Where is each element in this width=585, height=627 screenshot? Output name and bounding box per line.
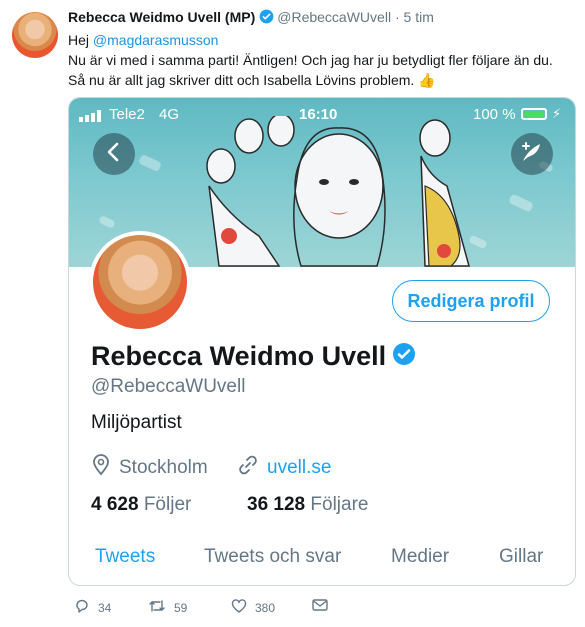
- compose-tweet-button[interactable]: [511, 133, 553, 175]
- following-count: 4 628: [91, 494, 139, 515]
- followers-stat[interactable]: 36 128 Följare: [247, 494, 368, 516]
- battery-icon: [521, 108, 547, 120]
- banner-illustration: [206, 116, 470, 267]
- verified-badge-icon: [259, 9, 274, 27]
- reply-action[interactable]: 34: [74, 598, 111, 617]
- profile-bio: Miljöpartist: [91, 412, 182, 433]
- profile-avatar[interactable]: [89, 231, 191, 333]
- tweet-line-3: Så nu är allt jag skriver ditt och Isabe…: [68, 72, 415, 88]
- tab-media[interactable]: Medier: [391, 546, 449, 568]
- thumbs-up-emoji: 👍: [418, 72, 436, 88]
- envelope-icon: [312, 598, 336, 615]
- tweet-text: Hej @magdarasmusson Nu är vi med i samma…: [68, 30, 568, 90]
- author-name[interactable]: Rebecca Weidmo Uvell (MP): [68, 9, 255, 25]
- network-type: 4G: [159, 106, 180, 123]
- tweet-header: Rebecca Weidmo Uvell (MP) @RebeccaWUvell …: [68, 9, 434, 27]
- tweet-time[interactable]: 5 tim: [404, 9, 434, 25]
- banner-shape: [98, 214, 116, 230]
- profile-url[interactable]: uvell.se: [237, 454, 331, 482]
- author-handle[interactable]: @RebeccaWUvell: [277, 9, 391, 25]
- edit-profile-button[interactable]: Redigera profil: [392, 280, 550, 322]
- tab-tweets-and-replies[interactable]: Tweets och svar: [204, 546, 341, 568]
- greeting-text: Hej: [68, 32, 90, 48]
- banner-shape: [137, 153, 163, 173]
- separator-dot: ·: [394, 9, 400, 25]
- location-text: Stockholm: [119, 457, 208, 478]
- verified-badge-icon: [392, 342, 416, 373]
- link-icon: [237, 454, 267, 482]
- status-clock: 16:10: [299, 106, 338, 123]
- battery-percent: 100 %: [473, 106, 516, 123]
- following-stat[interactable]: 4 628 Följer: [91, 494, 191, 516]
- retweet-action[interactable]: 59: [148, 598, 187, 617]
- attached-screenshot[interactable]: Tele2 4G 16:10 100 % ⚡ Redigera profil R…: [68, 97, 576, 586]
- back-chevron-icon: [106, 142, 122, 167]
- carrier-name: Tele2: [109, 106, 145, 123]
- direct-message-action[interactable]: [312, 598, 336, 615]
- reply-count: 34: [98, 600, 112, 615]
- tweet: Rebecca Weidmo Uvell (MP) @RebeccaWUvell …: [0, 0, 585, 627]
- like-action[interactable]: 380: [231, 598, 275, 617]
- charging-bolt-icon: ⚡: [552, 106, 562, 121]
- tab-tweets[interactable]: Tweets: [95, 546, 155, 568]
- profile-location: Stockholm: [91, 454, 208, 482]
- retweet-count: 59: [174, 600, 188, 615]
- location-pin-icon: [91, 454, 119, 482]
- banner-shape: [508, 193, 534, 213]
- reply-icon: [74, 598, 98, 617]
- author-avatar[interactable]: [12, 12, 58, 58]
- followers-label: Följare: [310, 494, 369, 515]
- tweet-line-2: Nu är vi med i samma parti! Äntligen! Oc…: [68, 52, 553, 68]
- profile-handle: @RebeccaWUvell: [91, 376, 246, 397]
- profile-name: Rebecca Weidmo Uvell: [91, 341, 416, 373]
- heart-icon: [231, 598, 255, 617]
- mention-link[interactable]: @magdarasmusson: [93, 32, 219, 48]
- signal-bars-icon: [79, 109, 103, 127]
- url-link[interactable]: uvell.se: [267, 457, 331, 479]
- following-label: Följer: [143, 494, 192, 515]
- retweet-icon: [148, 598, 174, 617]
- profile-name-text: Rebecca Weidmo Uvell: [91, 341, 387, 371]
- quill-plus-icon: [520, 140, 544, 169]
- followers-count: 36 128: [247, 494, 306, 515]
- tab-likes[interactable]: Gillar: [499, 546, 543, 568]
- like-count: 380: [255, 600, 276, 615]
- back-button[interactable]: [93, 133, 135, 175]
